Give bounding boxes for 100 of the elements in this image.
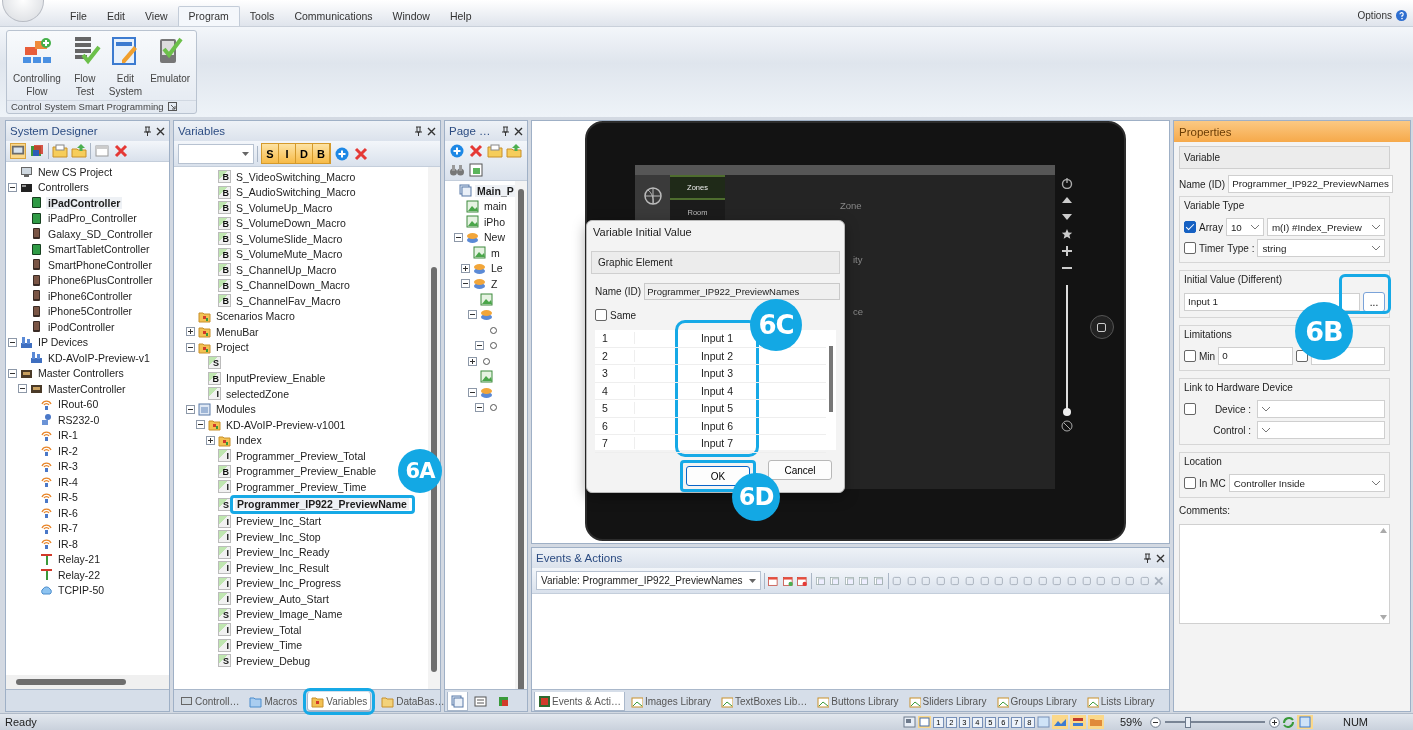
tree-item[interactable]: Relay-21 — [56, 553, 103, 566]
mute-icon[interactable] — [1061, 420, 1073, 432]
table-cell[interactable]: Input 6 — [687, 419, 747, 432]
panel-tab[interactable]: TextBoxes Lib… — [717, 692, 812, 711]
ribbon-button[interactable]: Edit System — [104, 33, 147, 100]
home-button[interactable] — [1089, 315, 1114, 339]
landscape-icon[interactable] — [1051, 715, 1068, 729]
close-icon[interactable] — [427, 126, 436, 136]
scroll-up-icon[interactable] — [1379, 528, 1387, 533]
folder-icon[interactable] — [52, 143, 68, 159]
zoom-out-icon[interactable] — [1149, 716, 1161, 728]
tree-item[interactable]: TCPIP-50 — [56, 584, 107, 597]
panel-tab[interactable]: Controll… — [176, 692, 244, 711]
table-cell[interactable]: Input 4 — [687, 384, 747, 397]
tree-item[interactable]: Preview_Inc_Start — [234, 515, 324, 528]
tree-item[interactable]: S_ChannelUp_Macro — [234, 263, 339, 276]
panel-tab[interactable]: Sliders Library — [904, 692, 991, 711]
checkbox[interactable] — [1184, 350, 1196, 362]
tree-item[interactable]: iPadController — [46, 196, 123, 209]
ribbon-button[interactable]: Controlling Flow — [9, 33, 65, 100]
menu-tab[interactable]: Tools — [239, 7, 285, 26]
scroll-down-icon[interactable] — [1379, 615, 1387, 620]
expand-toggle[interactable] — [206, 435, 215, 445]
scrollbar[interactable] — [515, 181, 527, 689]
panel-tab[interactable]: Buttons Library — [813, 692, 903, 711]
folder-upload-icon[interactable] — [506, 143, 522, 159]
image-frame-icon[interactable] — [468, 162, 484, 178]
tree-item[interactable]: IR-4 — [56, 475, 80, 488]
tree-item[interactable]: Main_P — [475, 184, 515, 197]
list-view-icon[interactable] — [1069, 715, 1086, 729]
scrollbar[interactable] — [6, 675, 169, 689]
menu-tab[interactable]: Help — [439, 7, 482, 26]
expand-toggle[interactable] — [468, 356, 477, 366]
checkbox[interactable] — [1184, 242, 1196, 254]
dropdown[interactable]: string — [1257, 239, 1385, 257]
min-field[interactable]: 0 — [1218, 347, 1293, 365]
expand-toggle[interactable] — [461, 279, 470, 289]
help-icon[interactable] — [1396, 10, 1407, 21]
zoom-in-icon[interactable] — [1268, 716, 1280, 728]
tree-item[interactable]: SmartPhoneController — [46, 258, 154, 271]
tree-item[interactable]: iPodController — [46, 320, 117, 333]
tree-item[interactable]: selectedZone — [224, 387, 292, 400]
close-icon[interactable] — [156, 126, 165, 136]
plus-icon[interactable] — [1061, 245, 1073, 257]
tree-item[interactable]: Relay-22 — [56, 568, 103, 581]
table-cell[interactable]: Input 1 — [687, 332, 747, 345]
menu-tab[interactable]: Window — [382, 7, 440, 26]
checkbox[interactable] — [1295, 350, 1308, 362]
tree-item[interactable]: S_VolumeDown_Macro — [234, 217, 348, 230]
expand-toggle[interactable] — [196, 420, 205, 430]
tree-item[interactable]: S_VolumeUp_Macro — [234, 201, 335, 214]
pin-icon[interactable] — [1143, 553, 1152, 563]
ribbon-button[interactable]: Flow Test — [64, 33, 105, 100]
pin-icon[interactable] — [501, 126, 510, 136]
add-icon[interactable] — [334, 145, 350, 162]
close-icon[interactable] — [514, 126, 523, 136]
cube-icon[interactable] — [29, 143, 45, 159]
filter-button[interactable]: D — [296, 144, 313, 163]
table-cell[interactable]: Input 7 — [687, 437, 747, 450]
expand-toggle[interactable] — [475, 341, 484, 351]
slider-thumb[interactable] — [1063, 408, 1071, 417]
tree-item[interactable]: IR-2 — [56, 444, 80, 457]
tree-item[interactable]: S_ChannelFav_Macro — [234, 294, 343, 307]
tree-item[interactable]: Index — [234, 434, 264, 447]
comments-field[interactable] — [1179, 524, 1390, 624]
checkbox[interactable] — [1184, 221, 1196, 233]
tree-item[interactable]: Preview_Image_Name — [234, 608, 345, 621]
tree-item[interactable]: Controllers — [36, 181, 91, 194]
expand-toggle[interactable] — [18, 384, 27, 394]
menu-tab[interactable]: Program — [177, 6, 240, 26]
tree-item[interactable]: MasterController — [46, 382, 128, 395]
panel-tab[interactable]: DataBas… — [377, 692, 449, 711]
options-menu[interactable]: Options — [1357, 10, 1392, 21]
panel-tab[interactable]: Lists Library — [1082, 692, 1159, 711]
volume-slider[interactable] — [1063, 285, 1071, 415]
page-view-icon[interactable] — [917, 716, 931, 728]
tree-item[interactable]: Programmer_Preview_Enable — [234, 465, 379, 478]
folder-icon[interactable] — [487, 143, 503, 159]
value-field[interactable]: Input 1 — [1184, 293, 1360, 311]
tree-item[interactable]: Scenarios Macro — [214, 310, 297, 323]
tree-item[interactable]: KD-AVoIP-Preview-v1001 — [224, 418, 348, 431]
tree-item[interactable]: Preview_Debug — [234, 654, 313, 667]
tree-item[interactable]: Preview_Time — [234, 639, 305, 652]
star-icon[interactable] — [1061, 228, 1073, 240]
dialog-button[interactable]: OK — [686, 466, 750, 486]
expand-toggle[interactable] — [461, 263, 470, 273]
tree-item[interactable]: KD-AVoIP-Preview-v1 — [46, 351, 152, 364]
name-field[interactable]: Programmer_IP922_PreviewNames — [1228, 175, 1393, 193]
tree-item[interactable]: IR-1 — [56, 429, 80, 442]
tree-item[interactable]: S_VideoSwitching_Macro — [234, 170, 358, 183]
tree-item[interactable]: main — [482, 200, 509, 213]
tree-item[interactable]: S_AudioSwitching_Macro — [234, 186, 358, 199]
checkbox[interactable] — [595, 309, 607, 321]
delete-icon[interactable] — [113, 143, 129, 159]
table-cell[interactable]: Input 2 — [687, 349, 747, 362]
layout-icon[interactable] — [902, 716, 916, 728]
close-icon[interactable] — [1156, 553, 1165, 563]
tree-item[interactable]: IR-3 — [56, 460, 80, 473]
expand-toggle[interactable] — [8, 182, 17, 192]
tree-item[interactable]: MenuBar — [214, 325, 261, 338]
